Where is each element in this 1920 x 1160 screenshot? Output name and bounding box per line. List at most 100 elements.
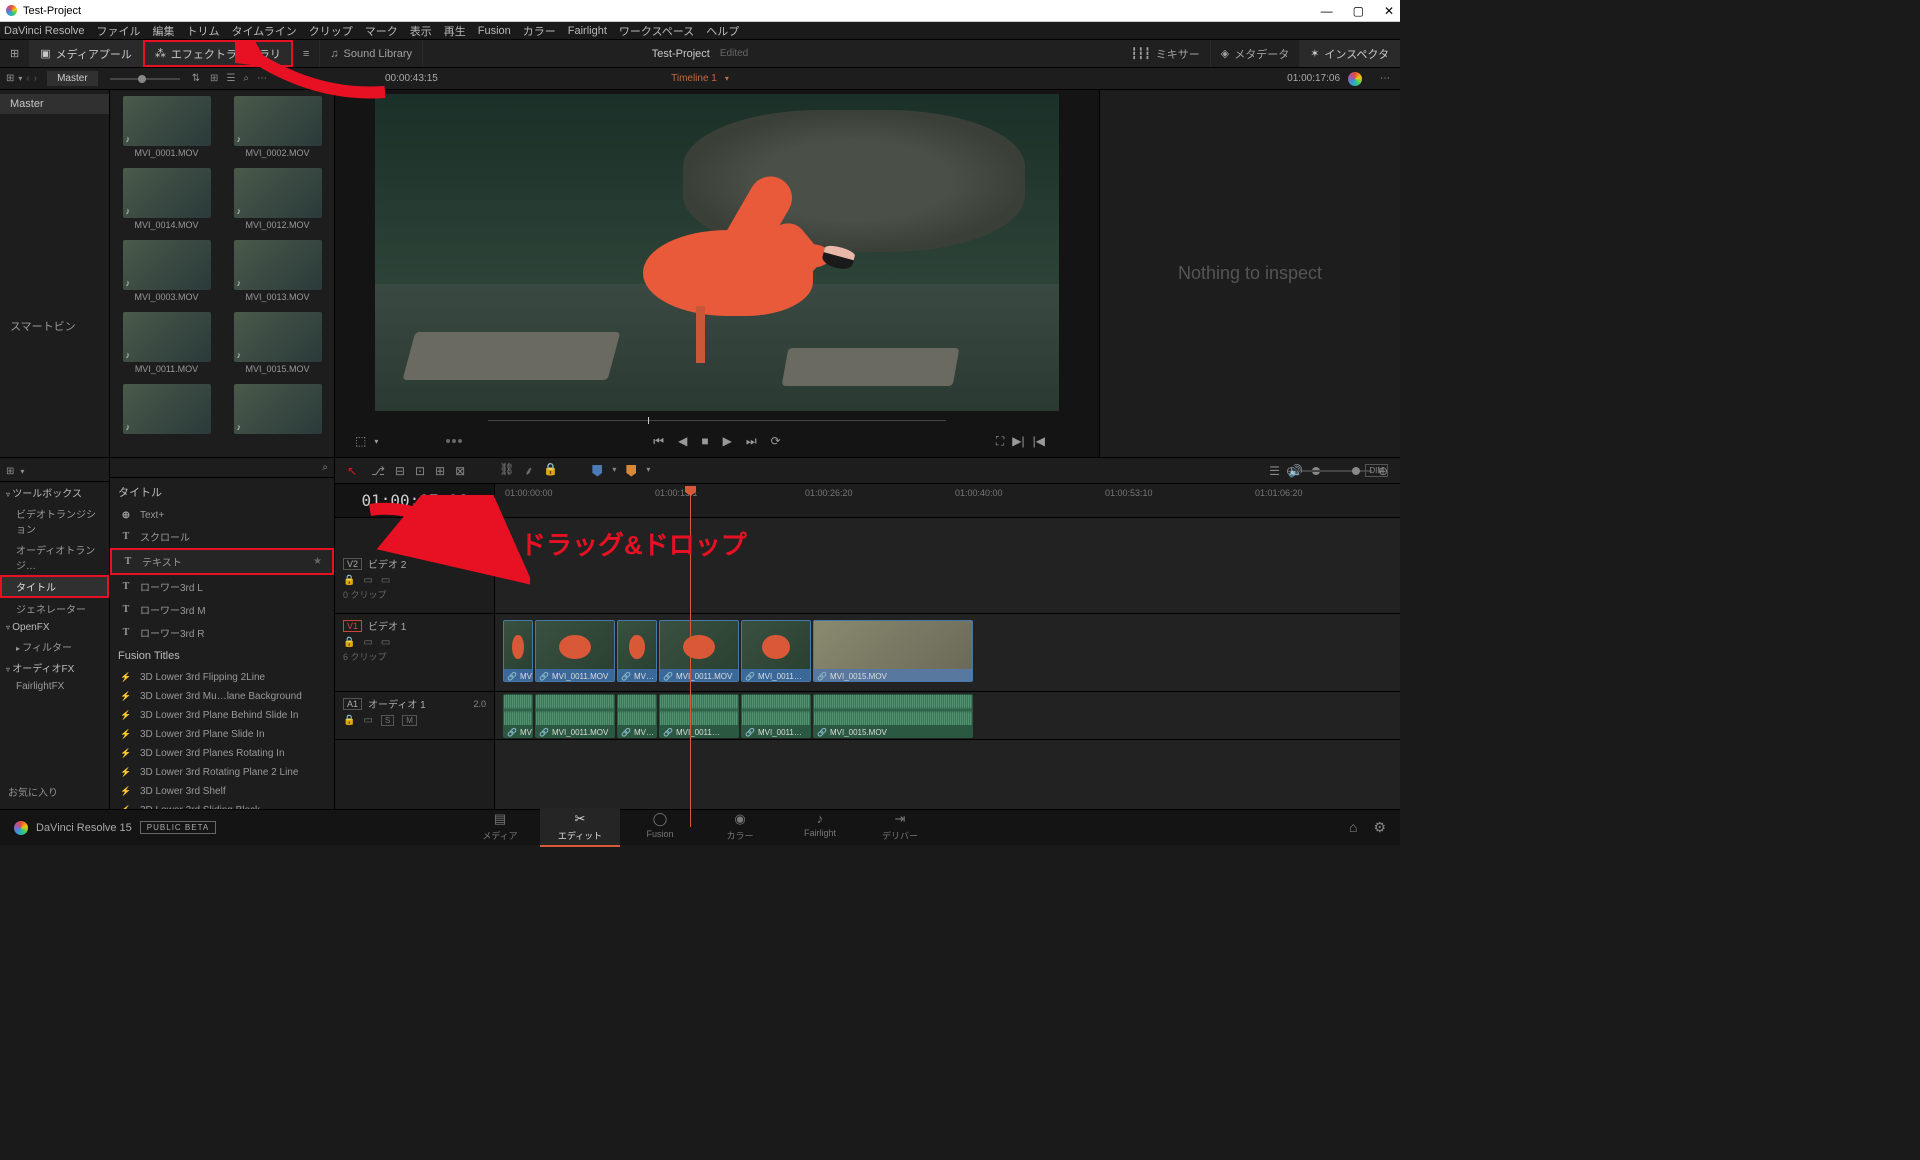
clip-item[interactable]: MVI_0014.MOV bbox=[116, 168, 217, 230]
home-button[interactable]: ⌂ bbox=[1349, 819, 1357, 836]
viewer-options-icon[interactable]: ⋯ bbox=[1380, 73, 1390, 84]
fx-item[interactable]: ⚡3D Lower 3rd Flipping 2Line bbox=[110, 668, 334, 687]
fx-item[interactable]: Tローワー3rd L bbox=[110, 575, 334, 598]
page-color[interactable]: ◉カラー bbox=[700, 808, 780, 847]
fx-category-filters[interactable]: ▸ フィルター bbox=[0, 636, 109, 657]
fx-category-audiofx[interactable]: ▿ オーディオFX bbox=[0, 657, 109, 678]
close-button[interactable]: ✕ bbox=[1384, 4, 1394, 18]
menu-item[interactable]: タイムライン bbox=[232, 23, 297, 39]
video-clip[interactable]: 🔗MVI_0011.MOV bbox=[659, 620, 739, 682]
menu-item[interactable]: 再生 bbox=[444, 23, 466, 39]
fit-tool-icon[interactable]: ⊠ bbox=[455, 464, 465, 478]
thumbnail-size-slider[interactable] bbox=[110, 78, 180, 80]
go-to-in-icon[interactable]: ▶| bbox=[1012, 434, 1024, 449]
edit-index-button[interactable]: ≡ bbox=[293, 40, 320, 67]
viewer-canvas[interactable] bbox=[375, 94, 1059, 411]
lock-icon[interactable]: 🔒 bbox=[343, 575, 355, 586]
audio-clip[interactable]: 🔗MV… bbox=[617, 694, 657, 738]
timeline-view-icon[interactable]: ☰ bbox=[1269, 464, 1280, 478]
video-clip[interactable]: 🔗MV… bbox=[503, 620, 533, 682]
grid-view-icon[interactable]: ⊞ bbox=[210, 73, 218, 84]
track-header-a1[interactable]: A1オーディオ 12.0 🔒▭SM bbox=[335, 692, 494, 740]
clip-item[interactable] bbox=[227, 384, 328, 434]
video-clip[interactable]: 🔗MVI_0011… bbox=[741, 620, 811, 682]
fx-category-toolbox[interactable]: ▿ ツールボックス bbox=[0, 482, 109, 503]
fx-item-text[interactable]: Tテキスト★ bbox=[110, 548, 334, 575]
stop-button[interactable]: ■ bbox=[701, 434, 708, 448]
lock-icon[interactable]: 🔒 bbox=[343, 715, 355, 726]
flag-icon[interactable] bbox=[592, 465, 602, 477]
fx-item[interactable]: ⚡3D Lower 3rd Plane Slide In bbox=[110, 725, 334, 744]
track-v1[interactable]: 🔗MV… 🔗MVI_0011.MOV 🔗MV… 🔗MVI_0011.MOV 🔗M… bbox=[495, 614, 1400, 692]
menu-item[interactable]: Fusion bbox=[478, 25, 511, 37]
overwrite-tool-icon[interactable]: ⊡ bbox=[415, 464, 425, 478]
nav-back-icon[interactable]: ‹ bbox=[26, 73, 29, 84]
effects-library-button[interactable]: ⁂ エフェクトライブラリ bbox=[143, 40, 293, 67]
first-frame-button[interactable]: ⏮ bbox=[653, 434, 664, 449]
fx-item[interactable]: Tローワー3rd R bbox=[110, 621, 334, 644]
auto-select-icon[interactable]: ▭ bbox=[363, 575, 372, 586]
next-frame-button[interactable]: ⏭ bbox=[746, 434, 757, 449]
fx-category-video-transitions[interactable]: ビデオトランジション bbox=[0, 503, 109, 539]
clip-item[interactable]: MVI_0011.MOV bbox=[116, 312, 217, 374]
search-icon[interactable]: ⌕ bbox=[243, 73, 249, 84]
menu-item[interactable]: 表示 bbox=[410, 23, 432, 39]
nav-fwd-icon[interactable]: › bbox=[34, 73, 37, 84]
clip-item[interactable]: MVI_0012.MOV bbox=[227, 168, 328, 230]
volume-slider[interactable] bbox=[1309, 470, 1359, 472]
options-icon[interactable]: ⋯ bbox=[257, 73, 267, 84]
maximize-button[interactable]: ▢ bbox=[1353, 4, 1364, 18]
transform-icon[interactable]: ⬚ bbox=[355, 434, 366, 448]
video-clip[interactable]: 🔗MVI_0011.MOV bbox=[535, 620, 615, 682]
menu-item[interactable]: ヘルプ bbox=[706, 23, 739, 39]
marker-icon[interactable] bbox=[626, 465, 636, 477]
list-view-icon[interactable]: ☰ bbox=[226, 73, 235, 84]
timeline-tracks[interactable]: 01:00:00:00 01:00:13:1 01:00:26:20 01:00… bbox=[495, 484, 1400, 827]
chevron-down-icon[interactable]: ▾ bbox=[725, 74, 729, 83]
clip-item[interactable]: MVI_0003.MOV bbox=[116, 240, 217, 302]
sort-icon[interactable]: ⇅ bbox=[192, 73, 200, 84]
page-fusion[interactable]: ◯Fusion bbox=[620, 808, 700, 847]
fx-category-titles[interactable]: タイトル bbox=[0, 575, 109, 598]
search-icon[interactable]: ⌕ bbox=[322, 462, 328, 473]
video-clip[interactable]: 🔗MVI_0015.MOV bbox=[813, 620, 973, 682]
menu-item[interactable]: ファイル bbox=[97, 23, 141, 39]
menu-item[interactable]: カラー bbox=[523, 23, 556, 39]
metadata-button[interactable]: ◈ メタデータ bbox=[1211, 40, 1300, 67]
track-a1[interactable]: 🔗MV… 🔗MVI_0011.MOV 🔗MV… 🔗MVI_0011… 🔗MVI_… bbox=[495, 692, 1400, 740]
auto-select-icon[interactable]: ▭ bbox=[363, 637, 372, 648]
page-edit[interactable]: ✂エディット bbox=[540, 808, 620, 847]
bin-master[interactable]: Master bbox=[0, 94, 109, 114]
clip-item[interactable]: MVI_0013.MOV bbox=[227, 240, 328, 302]
fx-item[interactable]: ⚡3D Lower 3rd Shelf bbox=[110, 782, 334, 801]
smart-bins-label[interactable]: スマートビン bbox=[0, 314, 109, 338]
audio-clip[interactable]: 🔗MV… bbox=[503, 694, 533, 738]
selection-tool-icon[interactable]: ↖ bbox=[347, 464, 357, 478]
menu-item[interactable]: トリム bbox=[187, 23, 220, 39]
menu-item[interactable]: クリップ bbox=[309, 23, 353, 39]
volume-icon[interactable]: 🔊 bbox=[1288, 464, 1303, 478]
inspector-button[interactable]: ✶ インスペクタ bbox=[1300, 40, 1400, 67]
chevron-down-icon[interactable]: ▾ bbox=[20, 467, 24, 476]
list-view-icon[interactable]: ⊞ bbox=[6, 466, 14, 477]
fx-category-fairlightfx[interactable]: FairlightFX bbox=[0, 678, 109, 695]
fx-category-audio-transitions[interactable]: オーディオトランジ… bbox=[0, 539, 109, 575]
link-icon[interactable]: ⛓ bbox=[499, 462, 514, 479]
menu-item[interactable]: ワークスペース bbox=[619, 23, 694, 39]
play-button[interactable]: ▶ bbox=[723, 434, 732, 448]
page-deliver[interactable]: ⇥デリバー bbox=[860, 808, 940, 847]
favorite-star-icon[interactable]: ★ bbox=[313, 556, 322, 567]
audio-clip[interactable]: 🔗MVI_0011… bbox=[659, 694, 739, 738]
settings-button[interactable]: ⚙ bbox=[1373, 819, 1386, 836]
clip-item[interactable]: MVI_0002.MOV bbox=[227, 96, 328, 158]
menu-item[interactable]: DaVinci Resolve bbox=[4, 25, 85, 37]
clip-item[interactable]: MVI_0001.MOV bbox=[116, 96, 217, 158]
replace-tool-icon[interactable]: ⊞ bbox=[435, 464, 445, 478]
audio-clip[interactable]: 🔗MVI_0011… bbox=[741, 694, 811, 738]
track-header-v1[interactable]: V1ビデオ 1 🔒▭▭ 6 クリップ bbox=[335, 614, 494, 692]
loop-button[interactable]: ⟳ bbox=[771, 434, 781, 448]
prev-frame-button[interactable]: ◀ bbox=[678, 434, 687, 448]
lock-icon[interactable]: 🔒 bbox=[343, 637, 355, 648]
track-header-v2[interactable]: V2ビデオ 2 🔒▭▭ 0 クリップ bbox=[335, 552, 494, 614]
go-to-out-icon[interactable]: |◀ bbox=[1033, 434, 1045, 449]
